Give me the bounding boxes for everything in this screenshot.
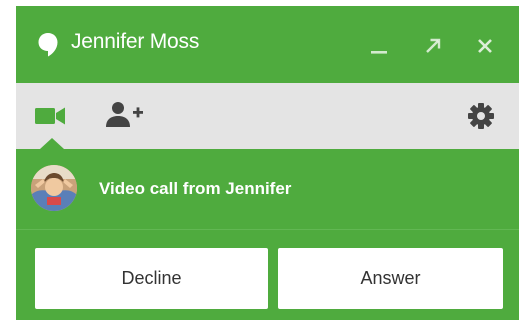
window-title: Jennifer Moss <box>71 30 200 53</box>
avatar <box>31 165 77 211</box>
active-tab-notch <box>40 138 64 149</box>
chat-toolbar <box>16 83 519 149</box>
video-camera-icon[interactable] <box>32 102 68 130</box>
chat-bubble-icon <box>37 32 59 58</box>
call-notice-text: Video call from Jennifer <box>99 179 292 198</box>
title-bar[interactable]: Jennifer Moss <box>16 6 519 83</box>
incoming-call-notice: Video call from Jennifer <box>16 149 519 229</box>
close-icon[interactable] <box>472 33 498 59</box>
pop-out-arrow-icon[interactable] <box>420 33 446 59</box>
answer-button[interactable]: Answer <box>278 248 503 309</box>
gear-icon[interactable] <box>464 100 498 132</box>
add-person-icon[interactable] <box>104 99 144 131</box>
minimize-icon[interactable] <box>366 33 392 59</box>
decline-button[interactable]: Decline <box>35 248 268 309</box>
chat-window: Jennifer Moss Video call from Jennifer D… <box>16 6 519 320</box>
divider <box>16 229 519 230</box>
